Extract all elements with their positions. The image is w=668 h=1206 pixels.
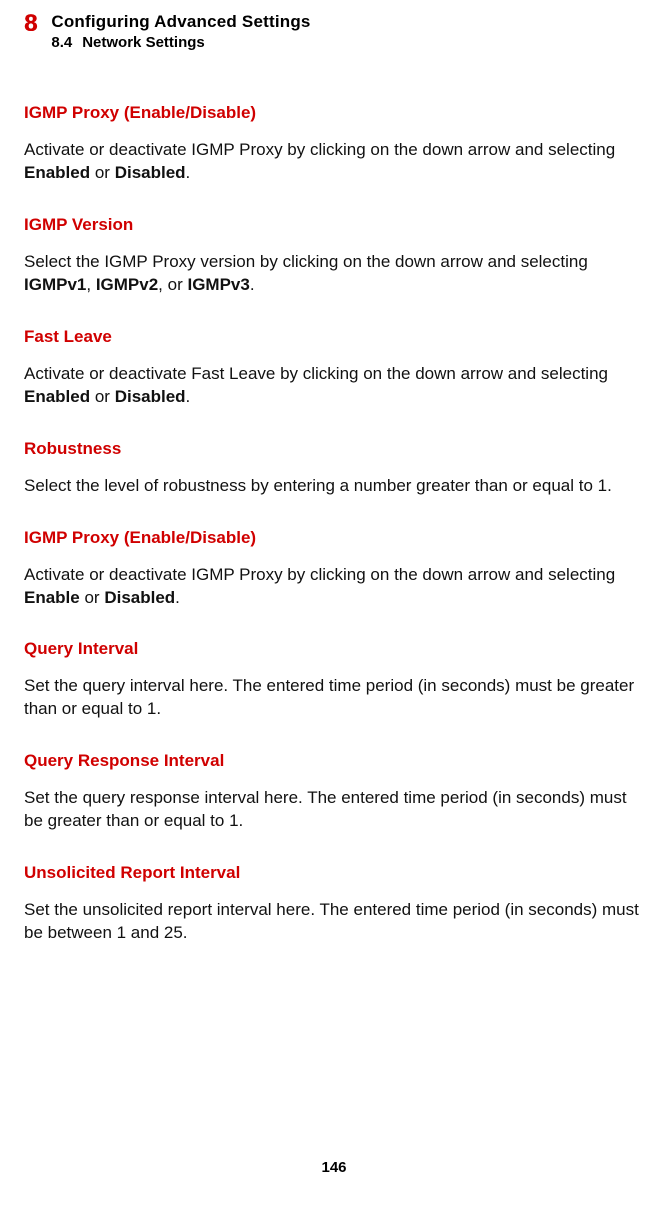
- bold-text: Enable: [24, 588, 80, 607]
- body-text: .: [186, 387, 191, 406]
- body-text: .: [186, 163, 191, 182]
- chapter-number: 8: [24, 12, 37, 36]
- section: Query Response Interval Set the query res…: [24, 751, 644, 833]
- body-text: Activate or deactivate IGMP Proxy by cli…: [24, 565, 615, 584]
- subsection-line: 8.4 Network Settings: [51, 34, 310, 51]
- body-text: Select the level of robustness by enteri…: [24, 476, 612, 495]
- bold-text: Enabled: [24, 387, 90, 406]
- body-text: Set the query response interval here. Th…: [24, 788, 627, 830]
- section-heading: Fast Leave: [24, 327, 644, 347]
- bold-text: Enabled: [24, 163, 90, 182]
- section-heading: IGMP Proxy (Enable/Disable): [24, 528, 644, 548]
- section-body: Activate or deactivate IGMP Proxy by cli…: [24, 564, 644, 610]
- bold-text: Disabled: [104, 588, 175, 607]
- section-body: Select the IGMP Proxy version by clickin…: [24, 251, 644, 297]
- bold-text: Disabled: [115, 163, 186, 182]
- section-heading: Query Interval: [24, 639, 644, 659]
- section-body: Select the level of robustness by enteri…: [24, 475, 644, 498]
- section: IGMP Proxy (Enable/Disable) Activate or d…: [24, 528, 644, 610]
- body-text: Set the query interval here. The entered…: [24, 676, 634, 718]
- body-text: , or: [158, 275, 187, 294]
- bold-text: IGMPv3: [187, 275, 249, 294]
- section-heading: IGMP Proxy (Enable/Disable): [24, 103, 644, 123]
- body-text: or: [80, 588, 105, 607]
- body-text: ,: [86, 275, 95, 294]
- bold-text: Disabled: [115, 387, 186, 406]
- section-body: Set the query interval here. The entered…: [24, 675, 644, 721]
- chapter-title: Configuring Advanced Settings: [51, 12, 310, 32]
- section: Unsolicited Report Interval Set the unsol…: [24, 863, 644, 945]
- section-body: Activate or deactivate IGMP Proxy by cli…: [24, 139, 644, 185]
- body-text: Set the unsolicited report interval here…: [24, 900, 639, 942]
- section: Robustness Select the level of robustness…: [24, 439, 644, 498]
- header-titles: Configuring Advanced Settings 8.4 Networ…: [51, 12, 310, 51]
- section-heading: IGMP Version: [24, 215, 644, 235]
- subsection-number: 8.4: [51, 34, 72, 51]
- page-header: 8 Configuring Advanced Settings 8.4 Netw…: [24, 12, 644, 51]
- body-text: Select the IGMP Proxy version by clickin…: [24, 252, 588, 271]
- section-heading: Robustness: [24, 439, 644, 459]
- section-body: Set the unsolicited report interval here…: [24, 899, 644, 945]
- body-text: .: [175, 588, 180, 607]
- page-number: 146: [0, 1159, 668, 1176]
- section: Query Interval Set the query interval her…: [24, 639, 644, 721]
- body-text: Activate or deactivate Fast Leave by cli…: [24, 364, 608, 383]
- section-heading: Unsolicited Report Interval: [24, 863, 644, 883]
- section-heading: Query Response Interval: [24, 751, 644, 771]
- section-body: Set the query response interval here. Th…: [24, 787, 644, 833]
- body-text: or: [90, 163, 115, 182]
- body-text: or: [90, 387, 115, 406]
- section-body: Activate or deactivate Fast Leave by cli…: [24, 363, 644, 409]
- section: IGMP Proxy (Enable/Disable) Activate or d…: [24, 103, 644, 185]
- section: IGMP Version Select the IGMP Proxy versio…: [24, 215, 644, 297]
- sections-container: IGMP Proxy (Enable/Disable) Activate or d…: [24, 103, 644, 945]
- body-text: .: [250, 275, 255, 294]
- subsection-title: Network Settings: [82, 34, 205, 51]
- section: Fast Leave Activate or deactivate Fast Le…: [24, 327, 644, 409]
- bold-text: IGMPv2: [96, 275, 158, 294]
- bold-text: IGMPv1: [24, 275, 86, 294]
- body-text: Activate or deactivate IGMP Proxy by cli…: [24, 140, 615, 159]
